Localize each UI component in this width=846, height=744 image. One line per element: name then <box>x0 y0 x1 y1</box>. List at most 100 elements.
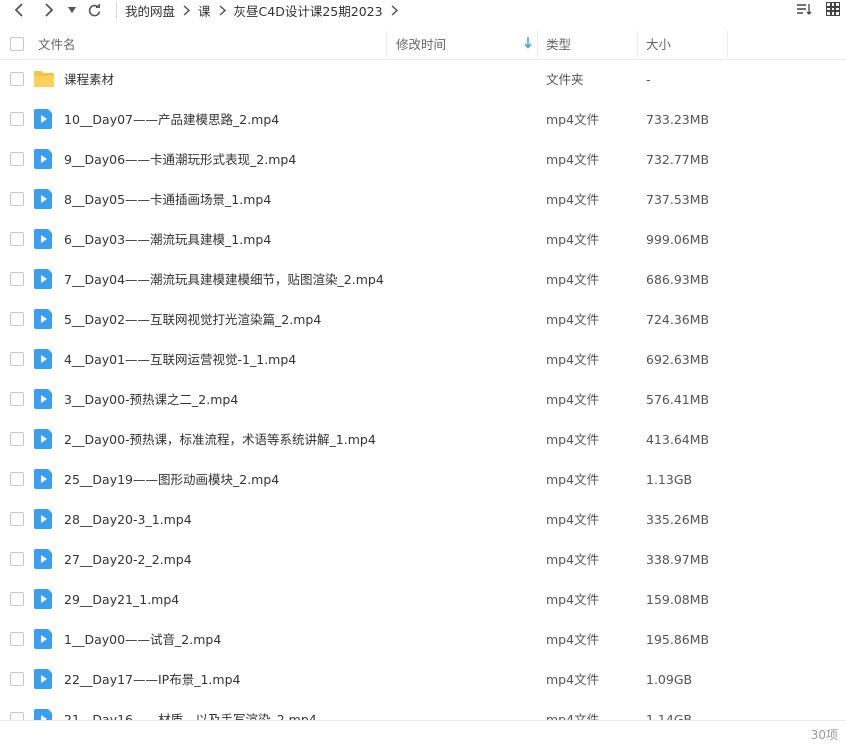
file-name[interactable]: 28__Day20-3_1.mp4 <box>64 500 192 540</box>
file-list: 课程素材 文件夹 - 10__Day07——产品建模思路_2.mp4 mp4文件 733.… <box>0 60 846 720</box>
file-size: 732.77MB <box>646 152 710 167</box>
table-row[interactable]: 28__Day20-3_1.mp4 mp4文件 335.26MB <box>0 500 846 540</box>
video-icon <box>34 709 54 720</box>
file-size: 1.09GB <box>646 672 693 687</box>
video-icon <box>34 349 54 369</box>
file-name[interactable]: 25__Day19——图形动画模块_2.mp4 <box>64 460 279 500</box>
column-name[interactable]: 文件名 <box>38 27 76 60</box>
back-icon[interactable] <box>10 0 28 20</box>
divider <box>116 2 117 18</box>
grid-view-icon[interactable] <box>826 1 840 19</box>
file-size: - <box>646 72 651 87</box>
sort-desc-icon <box>524 37 532 52</box>
file-type: mp4文件 <box>546 272 600 287</box>
row-checkbox[interactable] <box>10 192 24 206</box>
file-name[interactable]: 9__Day06——卡通潮玩形式表现_2.mp4 <box>64 140 296 180</box>
table-row[interactable]: 27__Day20-2_2.mp4 mp4文件 338.97MB <box>0 540 846 580</box>
file-name[interactable]: 课程素材 <box>64 60 114 100</box>
table-row[interactable]: 21__Day16——材质，以及手写渲染_2.mp4 mp4文件 1.14GB <box>0 700 846 720</box>
sort-list-icon[interactable] <box>796 2 812 19</box>
file-name[interactable]: 22__Day17——IP布景_1.mp4 <box>64 660 240 700</box>
file-type: mp4文件 <box>546 712 600 720</box>
video-icon <box>34 629 54 649</box>
row-checkbox[interactable] <box>10 512 24 526</box>
chevron-right-icon[interactable] <box>391 4 398 16</box>
table-row[interactable]: 25__Day19——图形动画模块_2.mp4 mp4文件 1.13GB <box>0 460 846 500</box>
row-checkbox[interactable] <box>10 712 24 720</box>
file-name[interactable]: 4__Day01——互联网运营视觉-1_1.mp4 <box>64 340 296 380</box>
table-row[interactable]: 5__Day02——互联网视觉打光渲染篇_2.mp4 mp4文件 724.36MB <box>0 300 846 340</box>
table-row[interactable]: 9__Day06——卡通潮玩形式表现_2.mp4 mp4文件 732.77MB <box>0 140 846 180</box>
breadcrumb-item-course[interactable]: 课 <box>198 1 211 20</box>
row-checkbox[interactable] <box>10 672 24 686</box>
table-row[interactable]: 2__Day00-预热课，标准流程，术语等系统讲解_1.mp4 mp4文件 413.… <box>0 420 846 460</box>
row-checkbox[interactable] <box>10 352 24 366</box>
row-checkbox[interactable] <box>10 232 24 246</box>
file-type: mp4文件 <box>546 552 600 567</box>
table-row[interactable]: 7__Day04——潮流玩具建模建模细节，贴图渲染_2.mp4 mp4文件 686.… <box>0 260 846 300</box>
row-checkbox[interactable] <box>10 152 24 166</box>
file-name[interactable]: 8__Day05——卡通插画场景_1.mp4 <box>64 180 271 220</box>
file-size: 1.13GB <box>646 472 693 487</box>
file-type: mp4文件 <box>546 512 600 527</box>
file-name[interactable]: 1__Day00——试音_2.mp4 <box>64 620 221 660</box>
video-icon <box>34 189 54 209</box>
table-row[interactable]: 4__Day01——互联网运营视觉-1_1.mp4 mp4文件 692.63MB <box>0 340 846 380</box>
row-checkbox[interactable] <box>10 552 24 566</box>
file-name[interactable]: 21__Day16——材质，以及手写渲染_2.mp4 <box>64 700 317 720</box>
file-type: 文件夹 <box>546 72 584 87</box>
file-type: mp4文件 <box>546 192 600 207</box>
forward-icon[interactable] <box>40 0 58 20</box>
column-modified-label: 修改时间 <box>396 37 447 52</box>
file-name[interactable]: 5__Day02——互联网视觉打光渲染篇_2.mp4 <box>64 300 321 340</box>
table-row[interactable]: 8__Day05——卡通插画场景_1.mp4 mp4文件 737.53MB <box>0 180 846 220</box>
status-bar: 30项 <box>0 720 846 744</box>
refresh-icon[interactable] <box>86 0 102 20</box>
row-checkbox[interactable] <box>10 472 24 486</box>
file-size: 576.41MB <box>646 392 710 407</box>
item-count: 30项 <box>810 728 838 742</box>
column-modified[interactable]: 修改时间 <box>396 27 536 60</box>
row-checkbox[interactable] <box>10 592 24 606</box>
file-name[interactable]: 2__Day00-预热课，标准流程，术语等系统讲解_1.mp4 <box>64 420 376 460</box>
file-name[interactable]: 27__Day20-2_2.mp4 <box>64 540 192 580</box>
row-checkbox[interactable] <box>10 312 24 326</box>
file-size: 159.08MB <box>646 592 710 607</box>
video-icon <box>34 469 54 489</box>
file-name[interactable]: 10__Day07——产品建模思路_2.mp4 <box>64 100 279 140</box>
file-size: 335.26MB <box>646 512 710 527</box>
file-size: 413.64MB <box>646 432 710 447</box>
breadcrumb-item-current[interactable]: 灰昼C4D设计课25期2023 <box>234 1 383 20</box>
file-size: 724.36MB <box>646 312 710 327</box>
video-icon <box>34 669 54 689</box>
file-name[interactable]: 7__Day04——潮流玩具建模建模细节，贴图渲染_2.mp4 <box>64 260 384 300</box>
table-row[interactable]: 29__Day21_1.mp4 mp4文件 159.08MB <box>0 580 846 620</box>
file-size: 338.97MB <box>646 552 710 567</box>
column-type[interactable]: 类型 <box>546 27 571 60</box>
chevron-right-icon <box>183 4 191 16</box>
file-size: 692.63MB <box>646 352 710 367</box>
row-checkbox[interactable] <box>10 392 24 406</box>
row-checkbox[interactable] <box>10 72 24 86</box>
table-row[interactable]: 6__Day03——潮流玩具建模_1.mp4 mp4文件 999.06MB <box>0 220 846 260</box>
file-size: 733.23MB <box>646 112 710 127</box>
row-checkbox[interactable] <box>10 432 24 446</box>
table-row[interactable]: 10__Day07——产品建模思路_2.mp4 mp4文件 733.23MB <box>0 100 846 140</box>
row-checkbox[interactable] <box>10 112 24 126</box>
file-name[interactable]: 3__Day00-预热课之二_2.mp4 <box>64 380 238 420</box>
file-name[interactable]: 29__Day21_1.mp4 <box>64 580 179 620</box>
dropdown-icon[interactable] <box>66 0 78 20</box>
row-checkbox[interactable] <box>10 272 24 286</box>
file-size: 195.86MB <box>646 632 710 647</box>
table-row[interactable]: 1__Day00——试音_2.mp4 mp4文件 195.86MB <box>0 620 846 660</box>
row-checkbox[interactable] <box>10 632 24 646</box>
column-size[interactable]: 大小 <box>646 27 671 60</box>
file-type: mp4文件 <box>546 632 600 647</box>
file-name[interactable]: 6__Day03——潮流玩具建模_1.mp4 <box>64 220 271 260</box>
file-type: mp4文件 <box>546 352 600 367</box>
select-all-checkbox[interactable] <box>10 27 24 60</box>
table-row[interactable]: 3__Day00-预热课之二_2.mp4 mp4文件 576.41MB <box>0 380 846 420</box>
table-row[interactable]: 课程素材 文件夹 - <box>0 60 846 100</box>
table-row[interactable]: 22__Day17——IP布景_1.mp4 mp4文件 1.09GB <box>0 660 846 700</box>
breadcrumb-item-root[interactable]: 我的网盘 <box>125 1 175 20</box>
